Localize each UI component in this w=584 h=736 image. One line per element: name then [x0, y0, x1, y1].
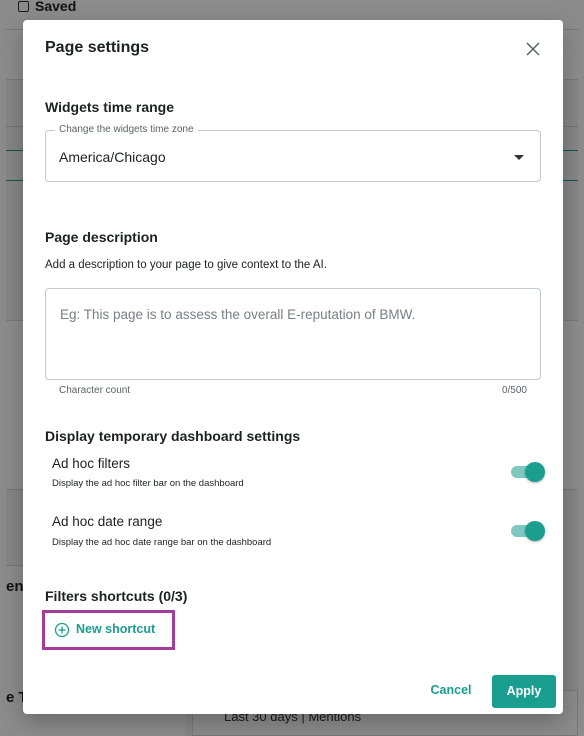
ad-hoc-filters-label: Ad hoc filters — [52, 456, 131, 471]
plus-circle-icon — [54, 622, 70, 638]
filters-shortcuts-title: Filters shortcuts (0/3) — [45, 588, 188, 604]
character-count: 0/500 — [501, 385, 527, 396]
timezone-value: America/Chicago — [59, 149, 166, 165]
close-icon — [526, 42, 540, 56]
toggle-thumb — [525, 521, 545, 541]
caret-down-icon — [514, 155, 524, 160]
close-button[interactable] — [521, 37, 545, 61]
ad-hoc-date-range-toggle[interactable] — [511, 521, 545, 541]
ad-hoc-date-range-label: Ad hoc date range — [52, 514, 163, 529]
ad-hoc-date-range-description: Display the ad hoc date range bar on the… — [52, 537, 272, 548]
ad-hoc-filters-toggle[interactable] — [511, 462, 545, 482]
dialog-title: Page settings — [45, 39, 150, 56]
cancel-button[interactable]: Cancel — [421, 678, 481, 702]
apply-button[interactable]: Apply — [492, 675, 556, 708]
description-textarea[interactable]: Eg: This page is to assess the overall E… — [45, 288, 541, 380]
time-range-title: Widgets time range — [45, 99, 175, 115]
character-count-label: Character count — [59, 385, 131, 396]
ad-hoc-filters-description: Display the ad hoc filter bar on the das… — [52, 478, 244, 489]
description-help-text: Add a description to your page to give c… — [45, 259, 327, 271]
description-placeholder: Eg: This page is to assess the overall E… — [60, 307, 416, 322]
toggle-thumb — [525, 462, 545, 482]
timezone-select[interactable]: Change the widgets time zone America/Chi… — [45, 124, 541, 182]
dashboard-settings-title: Display temporary dashboard settings — [45, 428, 301, 444]
new-shortcut-label: New shortcut — [76, 622, 156, 636]
timezone-field-label: Change the widgets time zone — [55, 124, 198, 135]
new-shortcut-button[interactable]: New shortcut — [42, 610, 175, 650]
description-title: Page description — [45, 229, 158, 245]
page-settings-dialog: Page settings Widgets time range Change … — [23, 20, 563, 714]
